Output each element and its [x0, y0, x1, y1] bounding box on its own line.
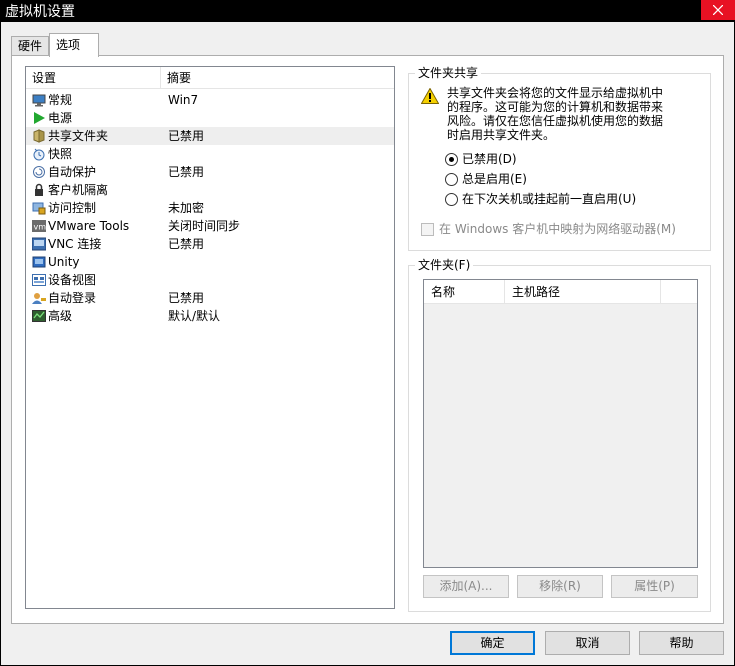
settings-row-unity[interactable]: Unity: [26, 253, 394, 271]
tab-options[interactable]: 选项: [49, 33, 99, 57]
shared-folder-icon: [33, 129, 45, 143]
settings-row-autoprotect[interactable]: 自动保护 已禁用: [26, 163, 394, 181]
column-header-setting[interactable]: 设置: [26, 67, 161, 89]
ok-button[interactable]: 确定: [450, 631, 535, 655]
add-folder-button[interactable]: 添加(A)...: [423, 575, 509, 598]
settings-row-power[interactable]: 电源: [26, 109, 394, 127]
snapshot-icon: [33, 148, 45, 161]
folders-table[interactable]: 名称 主机路径: [423, 279, 698, 568]
title-bar: 虚拟机设置: [0, 0, 735, 22]
radio-always-enabled-dot[interactable]: [445, 173, 458, 186]
folder-sharing-group: 文件夹共享 共享文件夹会将您的文件显示给虚拟机中 的程序。这可能为您的计算机和数…: [408, 66, 711, 251]
settings-row-general[interactable]: 常规 Win7: [26, 91, 394, 109]
help-button[interactable]: 帮助: [639, 631, 724, 655]
warning-icon: [421, 88, 439, 104]
folders-legend: 文件夹(F): [415, 258, 474, 272]
sharing-warning-text: 共享文件夹会将您的文件显示给虚拟机中 的程序。这可能为您的计算机和数据带来 风险…: [447, 86, 664, 142]
monitor-icon: [32, 94, 46, 107]
folder-properties-button[interactable]: 属性(P): [611, 575, 698, 598]
unity-icon: [32, 256, 46, 268]
advanced-icon: [32, 310, 46, 322]
vmware-tools-icon: vm: [32, 220, 47, 232]
settings-rows: 常规 Win7 电源 共享文件夹 已禁用 快照 自动保护 已禁用 客户机隔离 访…: [26, 91, 394, 325]
cancel-button[interactable]: 取消: [545, 631, 630, 655]
settings-row-vnc[interactable]: VNC 连接 已禁用: [26, 235, 394, 253]
folder-sharing-legend: 文件夹共享: [415, 66, 482, 80]
settings-row-advanced[interactable]: 高级 默认/默认: [26, 307, 394, 325]
vnc-icon: [32, 237, 46, 251]
settings-row-snapshots[interactable]: 快照: [26, 145, 394, 163]
dialog-body: 硬件 选项 设置 摘要 常规 Win7 电源 共享文件夹 已禁用 快照 自动保护…: [1, 22, 734, 665]
map-network-drive-box[interactable]: [421, 223, 434, 236]
tab-hardware[interactable]: 硬件: [11, 36, 49, 56]
close-icon: [713, 5, 723, 15]
auto-login-icon: [32, 293, 46, 304]
settings-list[interactable]: 设置 摘要 常规 Win7 电源 共享文件夹 已禁用 快照 自动保护 已禁用 客…: [25, 66, 395, 609]
column-header-host-path[interactable]: 主机路径: [505, 280, 661, 304]
settings-row-shared-folders[interactable]: 共享文件夹 已禁用: [26, 127, 394, 145]
lock-icon: [35, 183, 43, 196]
window-title: 虚拟机设置: [5, 4, 75, 20]
settings-row-auto-login[interactable]: 自动登录 已禁用: [26, 289, 394, 307]
settings-list-header: 设置 摘要: [26, 67, 394, 89]
column-header-name[interactable]: 名称: [424, 280, 505, 304]
settings-row-vmware-tools[interactable]: vm VMware Tools 关闭时间同步: [26, 217, 394, 235]
access-control-icon: [32, 202, 46, 215]
options-panel: 设置 摘要 常规 Win7 电源 共享文件夹 已禁用 快照 自动保护 已禁用 客…: [11, 55, 724, 624]
folders-group: 文件夹(F) 名称 主机路径 添加(A)... 移除(R) 属性(P): [408, 258, 711, 612]
settings-row-device-view[interactable]: 设备视图: [26, 271, 394, 289]
power-play-icon: [34, 112, 45, 124]
folders-table-header: 名称 主机路径: [424, 280, 697, 304]
radio-until-shutdown-dot[interactable]: [445, 193, 458, 206]
close-button[interactable]: [701, 0, 735, 20]
settings-row-access-control[interactable]: 访问控制 未加密: [26, 199, 394, 217]
device-view-icon: [32, 274, 46, 286]
svg-text:vm: vm: [34, 223, 47, 232]
autoprotect-icon: [33, 166, 45, 178]
settings-row-guest-isolation[interactable]: 客户机隔离: [26, 181, 394, 199]
radio-disabled-dot[interactable]: [445, 153, 458, 166]
column-header-summary[interactable]: 摘要: [161, 67, 391, 89]
remove-folder-button[interactable]: 移除(R): [517, 575, 603, 598]
